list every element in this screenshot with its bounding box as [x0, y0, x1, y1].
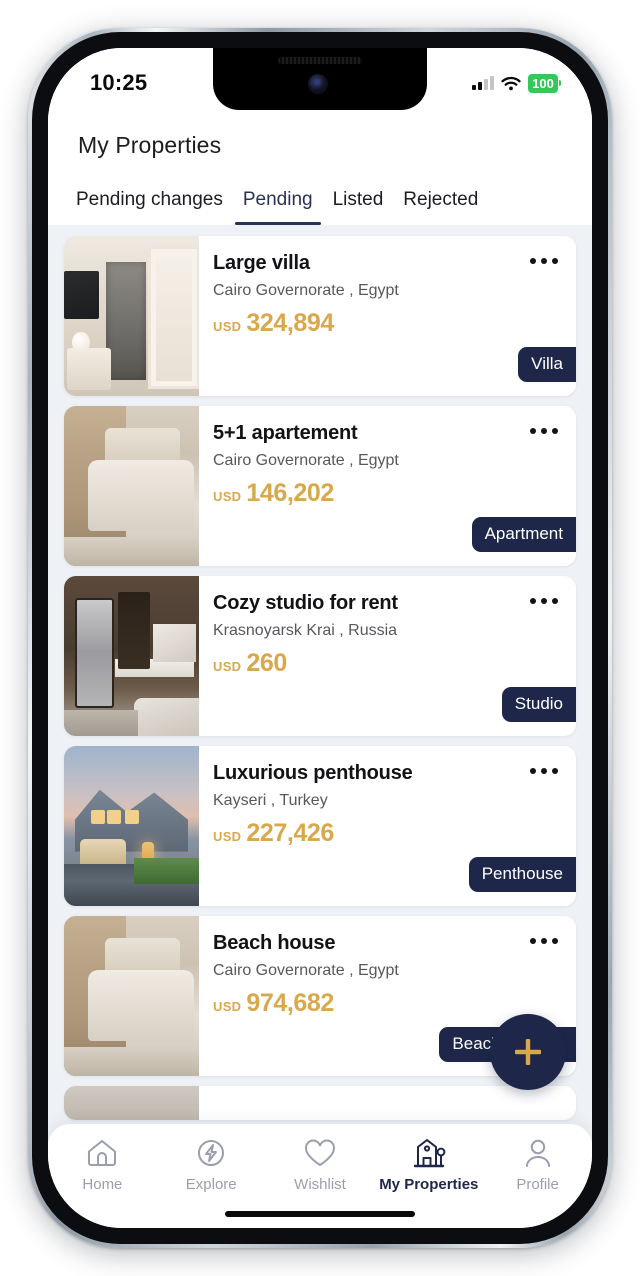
- currency-label: USD: [213, 999, 242, 1014]
- price-amount: 227,426: [246, 819, 334, 847]
- tab-pending[interactable]: Pending: [233, 183, 323, 225]
- property-card[interactable]: Luxurious penthouse Kayseri , Turkey USD…: [64, 746, 576, 906]
- plus-icon: [515, 1039, 541, 1065]
- app-container: My Properties Pending changes Pending Li…: [48, 48, 592, 1228]
- property-type-badge: Apartment: [471, 517, 576, 552]
- property-title: 5+1 apartement: [213, 422, 358, 444]
- notch: [213, 48, 427, 110]
- heart-icon: [304, 1139, 335, 1166]
- tab-rejected[interactable]: Rejected: [393, 183, 488, 225]
- property-title: Beach house: [213, 932, 336, 954]
- property-thumbnail[interactable]: [64, 576, 199, 736]
- home-icon: [88, 1140, 117, 1166]
- price-amount: 146,202: [246, 479, 334, 507]
- property-price: USD 260: [213, 649, 560, 678]
- properties-icon: [413, 1139, 446, 1168]
- property-title: Luxurious penthouse: [213, 762, 413, 784]
- phone-frame: My Properties Pending changes Pending Li…: [28, 28, 612, 1248]
- property-location: Kayseri , Turkey: [213, 792, 328, 809]
- property-location: Cairo Governorate , Egypt: [213, 962, 399, 979]
- property-photo: [64, 1086, 199, 1120]
- more-options-icon[interactable]: [526, 254, 562, 268]
- front-camera: [308, 74, 328, 94]
- property-thumbnail[interactable]: [64, 236, 199, 396]
- property-card-partial[interactable]: [64, 1086, 576, 1120]
- phone-screen: My Properties Pending changes Pending Li…: [48, 48, 592, 1228]
- nav-item-home[interactable]: Home: [48, 1137, 157, 1193]
- property-price: USD 324,894: [213, 309, 560, 338]
- property-price: USD 146,202: [213, 479, 560, 508]
- explore-bolt-icon: [198, 1140, 225, 1166]
- tab-label: Pending: [242, 189, 313, 210]
- kitchen-interior-photo: [64, 576, 199, 736]
- house-exterior-dusk-photo: [64, 746, 199, 906]
- more-options-icon[interactable]: [526, 934, 562, 948]
- nav-item-explore[interactable]: Explore: [157, 1137, 266, 1193]
- property-info: Cozy studio for rent Krasnoyarsk Krai , …: [199, 576, 576, 736]
- property-type-badge: Villa: [518, 347, 576, 382]
- bedroom-interior-photo: [64, 406, 199, 566]
- property-location: Cairo Governorate , Egypt: [213, 282, 399, 299]
- currency-label: USD: [213, 829, 242, 844]
- price-amount: 974,682: [246, 989, 334, 1017]
- currency-label: USD: [213, 319, 242, 334]
- add-property-fab[interactable]: [490, 1014, 566, 1090]
- property-thumbnail[interactable]: [64, 746, 199, 906]
- tab-label: Listed: [332, 189, 384, 210]
- status-indicators: 100: [472, 73, 561, 93]
- property-card[interactable]: Cozy studio for rent Krasnoyarsk Krai , …: [64, 576, 576, 736]
- property-price: USD 227,426: [213, 819, 560, 848]
- property-type-badge: Studio: [501, 687, 576, 722]
- property-thumbnail[interactable]: [64, 406, 199, 566]
- property-location: Cairo Governorate , Egypt: [213, 452, 399, 469]
- cellular-signal-icon: [472, 76, 494, 90]
- property-title: Large villa: [213, 252, 310, 274]
- phone-bezel: My Properties Pending changes Pending Li…: [32, 32, 608, 1244]
- wifi-icon: [501, 76, 521, 90]
- property-price: USD 974,682: [213, 989, 560, 1018]
- currency-label: USD: [213, 489, 242, 504]
- property-info: Large villa Cairo Governorate , Egypt US…: [199, 236, 576, 396]
- property-info: [199, 1086, 576, 1120]
- nav-item-wishlist[interactable]: Wishlist: [266, 1137, 375, 1193]
- property-list[interactable]: Large villa Cairo Governorate , Egypt US…: [48, 225, 592, 1124]
- property-thumbnail[interactable]: [64, 1086, 199, 1120]
- tab-label: Rejected: [403, 189, 479, 210]
- property-thumbnail[interactable]: [64, 916, 199, 1076]
- nav-label: Profile: [516, 1176, 559, 1193]
- screenshot-root: My Properties Pending changes Pending Li…: [0, 0, 640, 1276]
- tab-bar: Pending changes Pending Listed Rejected: [48, 183, 592, 225]
- tab-listed[interactable]: Listed: [323, 183, 394, 225]
- page-title: My Properties: [78, 132, 222, 158]
- person-icon: [525, 1139, 550, 1167]
- nav-item-my-properties[interactable]: My Properties: [374, 1137, 483, 1193]
- price-amount: 260: [246, 649, 287, 677]
- more-options-icon[interactable]: [526, 424, 562, 438]
- status-time: 10:25: [90, 70, 148, 95]
- battery-indicator: 100: [528, 73, 561, 93]
- tab-pending-changes[interactable]: Pending changes: [66, 183, 233, 225]
- earpiece-speaker: [278, 57, 362, 64]
- property-title: Cozy studio for rent: [213, 592, 398, 614]
- property-card[interactable]: Large villa Cairo Governorate , Egypt US…: [64, 236, 576, 396]
- property-card[interactable]: 5+1 apartement Cairo Governorate , Egypt…: [64, 406, 576, 566]
- nav-label: My Properties: [379, 1176, 479, 1193]
- bedroom-interior-photo: [64, 916, 199, 1076]
- currency-label: USD: [213, 659, 242, 674]
- nav-item-profile[interactable]: Profile: [483, 1137, 592, 1193]
- property-info: Luxurious penthouse Kayseri , Turkey USD…: [199, 746, 576, 906]
- nav-label: Wishlist: [294, 1176, 346, 1193]
- property-info: 5+1 apartement Cairo Governorate , Egypt…: [199, 406, 576, 566]
- property-type-badge: Penthouse: [468, 857, 576, 892]
- home-indicator[interactable]: [225, 1211, 415, 1217]
- more-options-icon[interactable]: [526, 764, 562, 778]
- interior-hallway-photo: [64, 236, 199, 396]
- more-options-icon[interactable]: [526, 594, 562, 608]
- nav-label: Home: [82, 1176, 123, 1193]
- property-location: Krasnoyarsk Krai , Russia: [213, 622, 398, 639]
- price-amount: 324,894: [246, 309, 334, 337]
- tab-label: Pending changes: [76, 189, 223, 210]
- nav-label: Explore: [185, 1176, 237, 1193]
